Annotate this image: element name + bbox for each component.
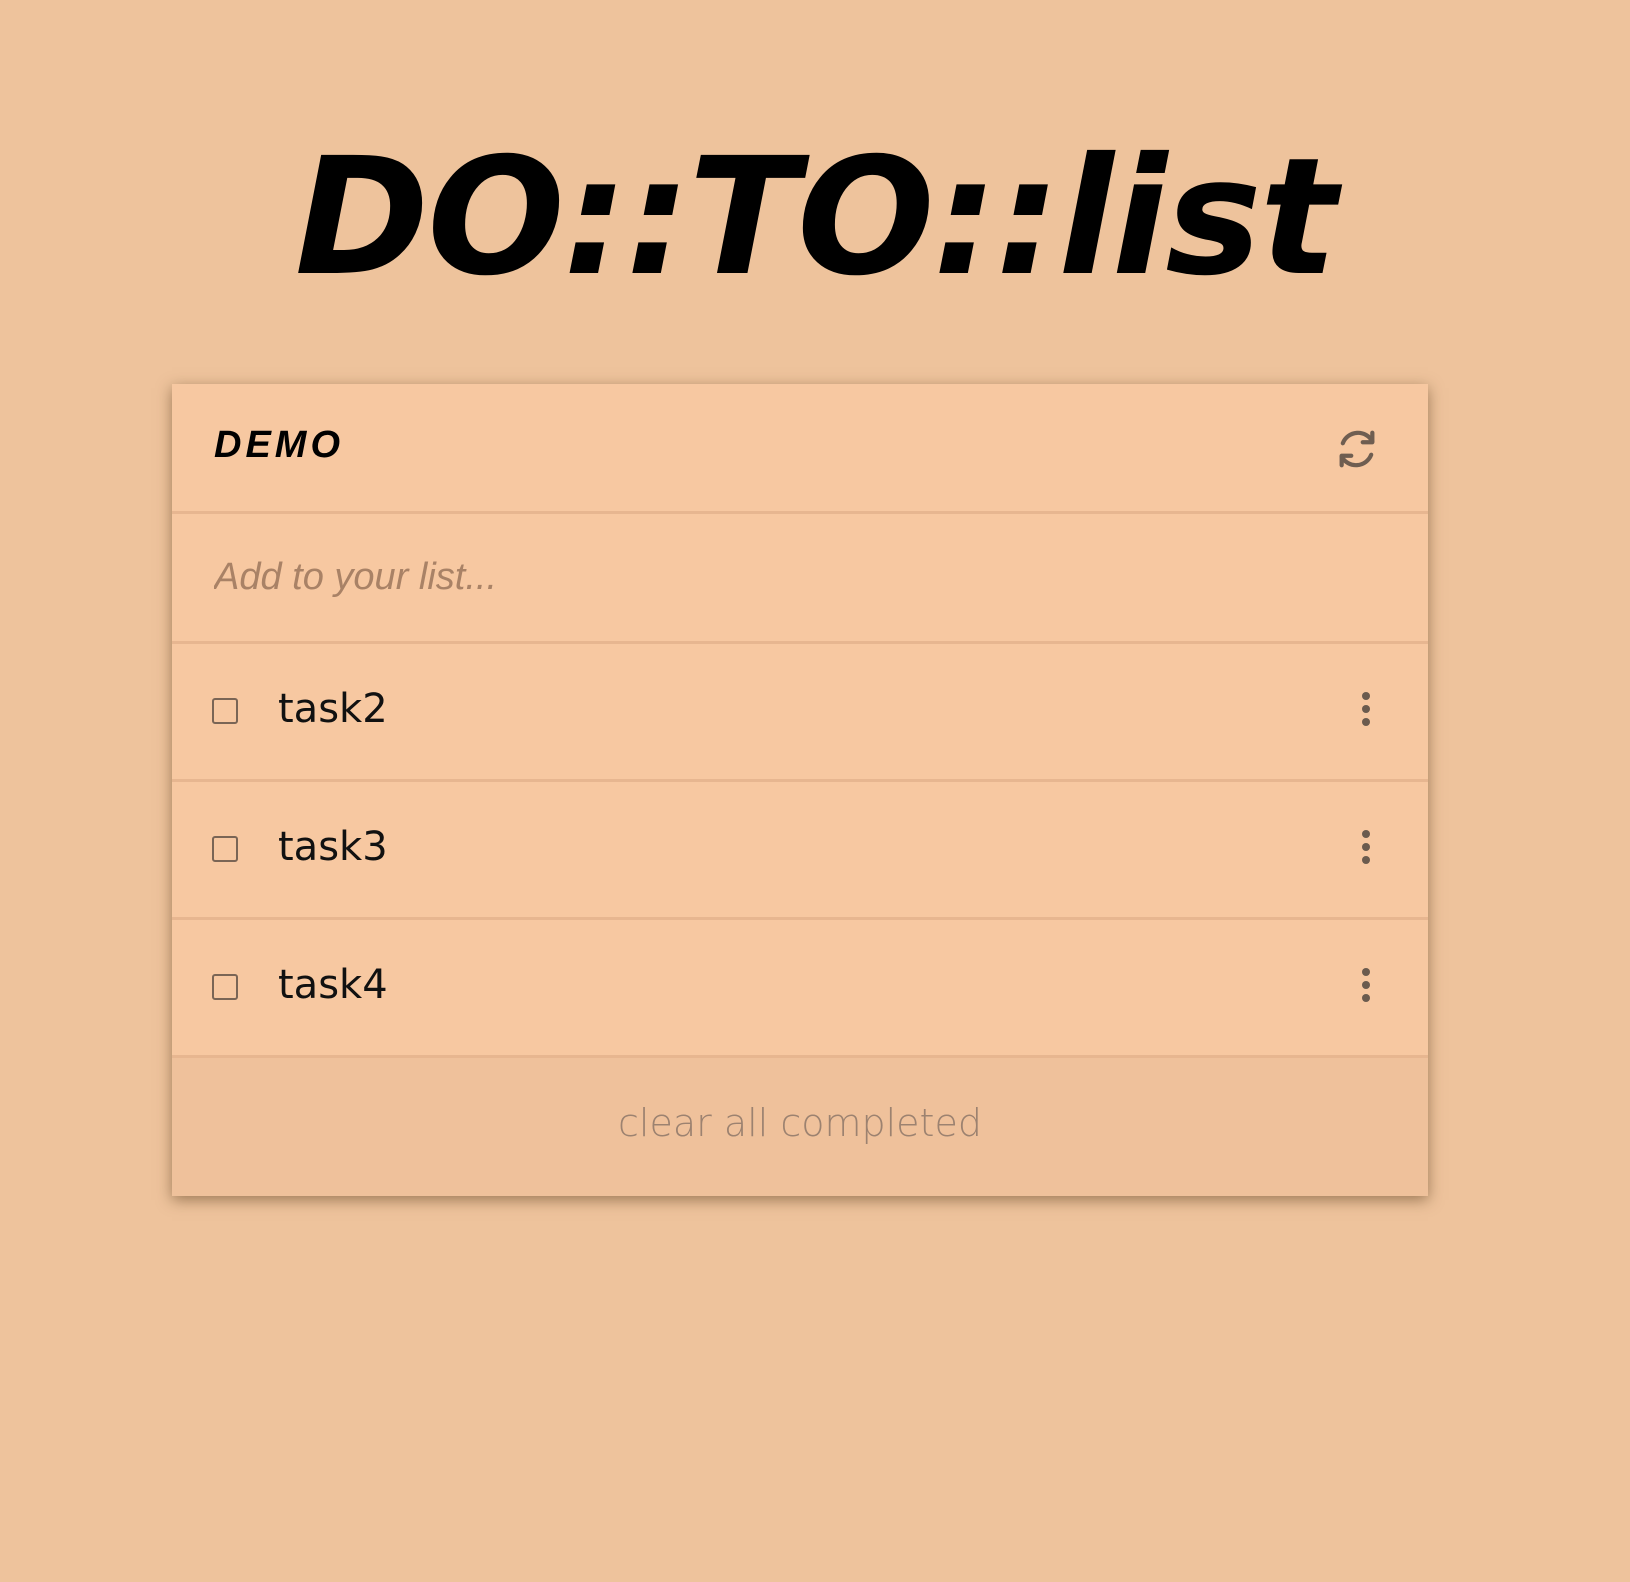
clear-completed-button[interactable]: clear all completed: [172, 1098, 1428, 1148]
add-task-input[interactable]: [214, 542, 1384, 612]
more-vertical-icon: [1362, 830, 1370, 838]
task-label[interactable]: task4: [278, 960, 388, 1010]
task-list: task2 task3 task4: [172, 644, 1428, 1058]
list-name: DEMO: [214, 424, 344, 466]
task-label[interactable]: task3: [278, 822, 388, 872]
task-menu-button[interactable]: [1356, 692, 1376, 732]
refresh-icon: [1339, 430, 1375, 468]
refresh-button[interactable]: [1334, 426, 1380, 472]
app-title: DO::TO::list: [294, 124, 1337, 312]
more-vertical-icon: [1362, 692, 1370, 700]
card-footer: clear all completed: [172, 1058, 1428, 1196]
more-vertical-icon: [1362, 968, 1370, 976]
task-row: task2: [172, 644, 1428, 782]
task-checkbox[interactable]: [212, 974, 238, 1000]
card-header: DEMO: [172, 384, 1428, 514]
task-row: task4: [172, 920, 1428, 1058]
todo-card: DEMO task2: [172, 384, 1428, 1196]
task-row: task3: [172, 782, 1428, 920]
task-checkbox[interactable]: [212, 836, 238, 862]
task-checkbox[interactable]: [212, 698, 238, 724]
page: DO::TO::list DEMO task2: [0, 0, 1630, 1582]
task-menu-button[interactable]: [1356, 968, 1376, 1008]
task-menu-button[interactable]: [1356, 830, 1376, 870]
add-task-row: [172, 514, 1428, 644]
task-label[interactable]: task2: [278, 684, 388, 734]
